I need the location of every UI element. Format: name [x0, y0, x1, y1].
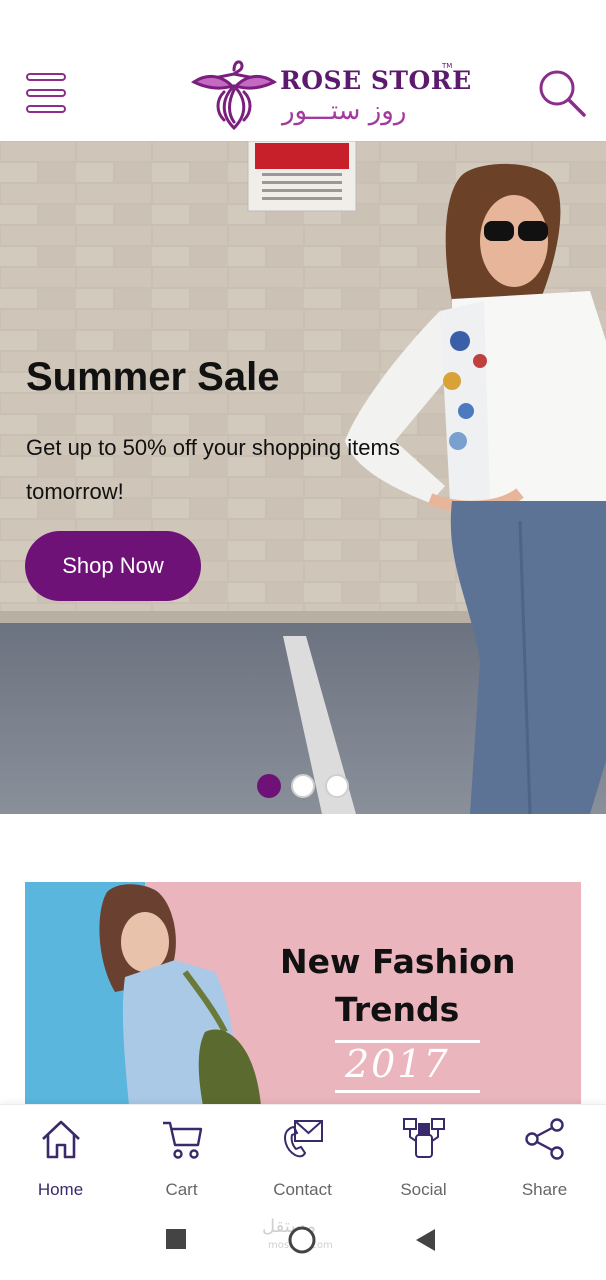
- search-icon: [539, 70, 586, 117]
- brand-name-en: ROSE STORE: [280, 66, 472, 95]
- app-header: ROSE STORE TM روز ستـــور: [0, 0, 606, 141]
- shop-now-button[interactable]: Shop Now: [25, 531, 201, 601]
- nav-label-home: Home: [37, 1180, 84, 1199]
- brand-name-ar: روز ستـــور: [282, 96, 407, 126]
- nav-item-home[interactable]: Home: [0, 1117, 121, 1199]
- hero-title: Summer Sale: [26, 355, 280, 399]
- nav-label-social: Social: [400, 1180, 447, 1199]
- nav-item-social[interactable]: Social: [363, 1117, 484, 1199]
- nav-item-contact[interactable]: Contact: [242, 1117, 363, 1199]
- banner-title-line2: Trends: [335, 990, 460, 1029]
- slider-dot-1[interactable]: [257, 774, 281, 798]
- slider-dot-3[interactable]: [325, 774, 349, 798]
- hero-subtitle: Get up to 50% off your shopping items to…: [26, 435, 400, 504]
- home-circle-icon[interactable]: [287, 1225, 317, 1255]
- menu-button[interactable]: [26, 71, 68, 115]
- cart-icon: [163, 1121, 203, 1159]
- nav-label-cart: Cart: [165, 1180, 198, 1199]
- nav-item-share[interactable]: Share: [484, 1117, 605, 1199]
- mail-icon: [284, 1120, 323, 1158]
- fashion-trends-banner[interactable]: New Fashion Trends 2017: [25, 882, 581, 1106]
- search-button[interactable]: [538, 69, 586, 117]
- hero-slider[interactable]: Summer Sale Get up to 50% off your shopp…: [0, 141, 606, 814]
- nav-item-cart[interactable]: Cart: [121, 1117, 242, 1199]
- share-icon: [525, 1118, 564, 1160]
- system-navigation-bar: مستقل mostaql.com: [0, 1204, 606, 1280]
- back-triangle-icon[interactable]: [415, 1228, 437, 1252]
- bottom-navigation: Home Cart Contact Social Share: [0, 1104, 606, 1205]
- banner-divider-bottom: [335, 1090, 480, 1093]
- trademark-mark: TM: [442, 62, 453, 70]
- banner-title-line1: New Fashion: [280, 942, 516, 981]
- banner-year: 2017: [345, 1042, 450, 1086]
- slider-dots: [257, 774, 349, 798]
- banner-photo-girl-denim-jacket: [25, 882, 581, 1106]
- social-icon: [403, 1118, 445, 1158]
- nav-label-contact: Contact: [273, 1180, 332, 1199]
- nav-label-share: Share: [521, 1180, 568, 1199]
- home-icon: [42, 1120, 80, 1159]
- hanger-lotus-icon: [191, 60, 277, 131]
- recents-square-icon[interactable]: [166, 1229, 188, 1251]
- slider-dot-2[interactable]: [291, 774, 315, 798]
- brand-logo[interactable]: ROSE STORE TM روز ستـــور: [190, 56, 471, 132]
